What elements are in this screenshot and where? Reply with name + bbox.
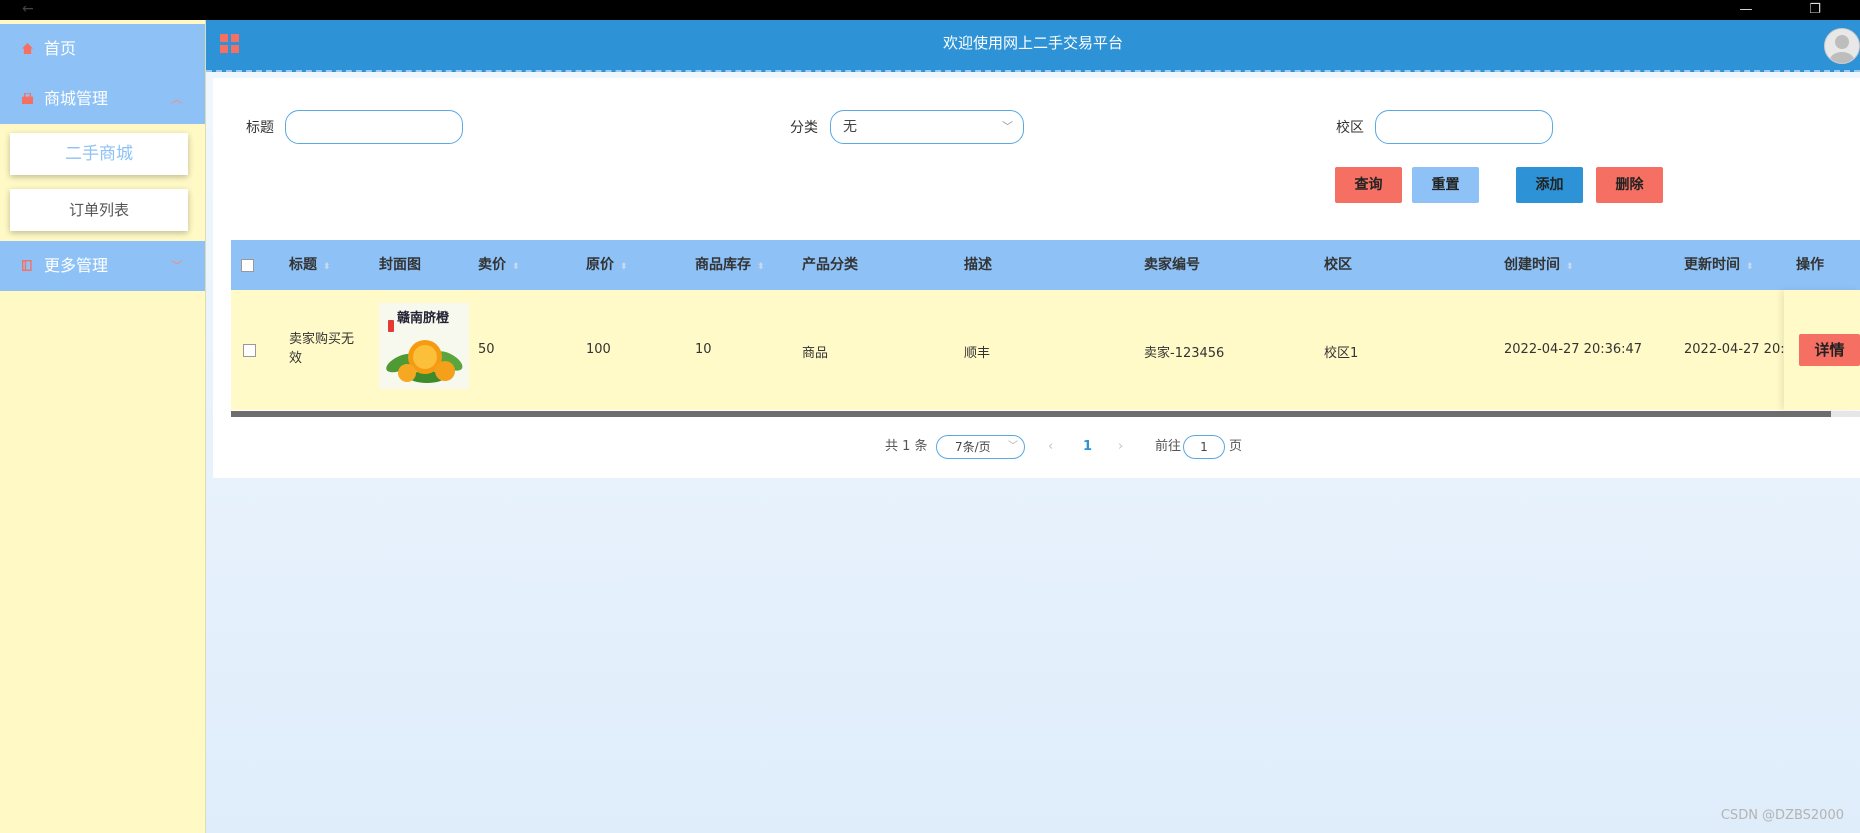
category-select[interactable]: 无 ﹀ [830,110,1024,144]
column-header-original-price[interactable]: 原价 ⬍ [586,240,628,292]
column-header-description: 描述 [964,257,992,273]
campus-filter-label: 校区 [1336,120,1364,136]
column-header-seller-id: 卖家编号 [1144,257,1200,273]
page-number-current[interactable]: 1 [1083,435,1092,459]
cover-image-text: 赣南脐橙 [397,311,450,326]
cell-seller-id: 卖家-123456 [1144,346,1225,361]
watermark: CSDN @DZBS2000 [1720,808,1844,823]
home-icon [22,43,33,54]
title-filter-input[interactable] [285,110,463,144]
cell-stock: 10 [695,342,712,357]
table-row: 卖家购买无效 50 100 10 商品 顺丰 卖家-123456 校区1 202… [231,290,1860,410]
cell-campus: 校区1 [1324,346,1359,361]
chevron-down-icon: ﹀ [1002,120,1013,133]
shop-icon [22,93,33,104]
cell-description: 顺丰 [964,346,991,361]
sort-icon[interactable]: ⬍ [757,262,765,272]
column-header-campus: 校区 [1324,257,1352,273]
sidebar-item-shop-management[interactable]: 商城管理 ︿ [0,74,205,124]
chevron-down-icon: ﹀ [170,259,183,273]
cell-original-price: 100 [586,342,611,357]
goto-page-input[interactable]: 1 [1183,435,1225,459]
category-filter-label: 分类 [790,120,818,136]
sidebar-item-label: 更多管理 [44,256,109,275]
reset-button[interactable]: 重置 [1412,167,1479,203]
sort-icon[interactable]: ⬍ [1566,262,1574,272]
sidebar-item-label: 商城管理 [44,89,109,108]
sort-icon[interactable]: ⬍ [620,262,628,272]
detail-button[interactable]: 详情 [1799,334,1860,366]
column-header-created[interactable]: 创建时间 ⬍ [1504,240,1574,292]
column-header-cover: 封面图 [379,257,421,273]
column-header-price[interactable]: 卖价 ⬍ [478,240,520,292]
goto-label: 前往 [1155,439,1182,454]
cell-created: 2022-04-27 20:36:47 [1504,342,1643,357]
chevron-down-icon: ﹀ [1008,441,1018,452]
page-size-value: 7条/页 [955,440,991,454]
sidebar-subitem-order-list[interactable]: 订单列表 [10,189,188,231]
column-header-stock[interactable]: 商品库存 ⬍ [695,240,765,292]
user-icon [1830,35,1854,63]
next-page-icon[interactable]: › [1118,435,1123,459]
sidebar-item-home[interactable]: 首页 [0,24,205,74]
page-size-select[interactable]: 7条/页 ﹀ [936,435,1025,459]
sort-icon[interactable]: ⬍ [323,262,331,272]
cell-updated: 2022-04-27 20:36: [1684,342,1795,357]
user-avatar[interactable] [1824,28,1860,64]
title-filter-label: 标题 [246,120,274,136]
page-label: 页 [1229,439,1243,454]
page-title: 欢迎使用网上二手交易平台 [942,34,1123,52]
campus-filter-input[interactable] [1375,110,1553,144]
delete-button[interactable]: 删除 [1596,167,1663,203]
window-titlebar: ← — ❐ [0,0,1860,20]
pagination-total: 共 1 条 [885,439,928,454]
column-header-actions: 操作 [1796,257,1824,273]
cell-price: 50 [478,342,495,357]
column-header-title[interactable]: 标题 ⬍ [289,240,331,292]
add-button[interactable]: 添加 [1516,167,1583,203]
back-arrow-icon[interactable]: ← [22,1,34,17]
table-scrollbar-thumb[interactable] [231,411,1831,417]
column-header-category: 产品分类 [802,257,858,273]
app-header: 欢迎使用网上二手交易平台 [206,20,1860,72]
row-checkbox[interactable] [243,344,256,357]
sort-icon[interactable]: ⬍ [1746,262,1754,272]
minimize-icon[interactable]: — [1726,0,1766,20]
column-header-updated[interactable]: 更新时间 ⬍ [1684,240,1754,292]
cell-title: 卖家购买无效 [289,332,355,366]
sidebar-item-label: 首页 [44,39,77,58]
cell-category: 商品 [802,346,829,361]
product-cover-image: 赣南脐橙 [379,303,469,389]
sidebar-subitem-secondhand-mall[interactable]: 二手商城 [10,133,188,175]
restore-icon[interactable]: ❐ [1795,0,1835,20]
query-button[interactable]: 查询 [1335,167,1402,203]
select-all-checkbox[interactable] [241,259,254,272]
book-icon [22,260,32,271]
sort-icon[interactable]: ⬍ [512,262,520,272]
category-select-value: 无 [843,119,857,135]
sidebar-item-more-management[interactable]: 更多管理 ﹀ [0,241,205,291]
table-header: 标题 ⬍ 封面图 卖价 ⬍ 原价 ⬍ 商品库存 ⬍ 产品分类 描述 卖家编号 校区 创建… [231,240,1860,290]
prev-page-icon[interactable]: ‹ [1048,435,1053,459]
chevron-up-icon: ︿ [170,92,183,106]
